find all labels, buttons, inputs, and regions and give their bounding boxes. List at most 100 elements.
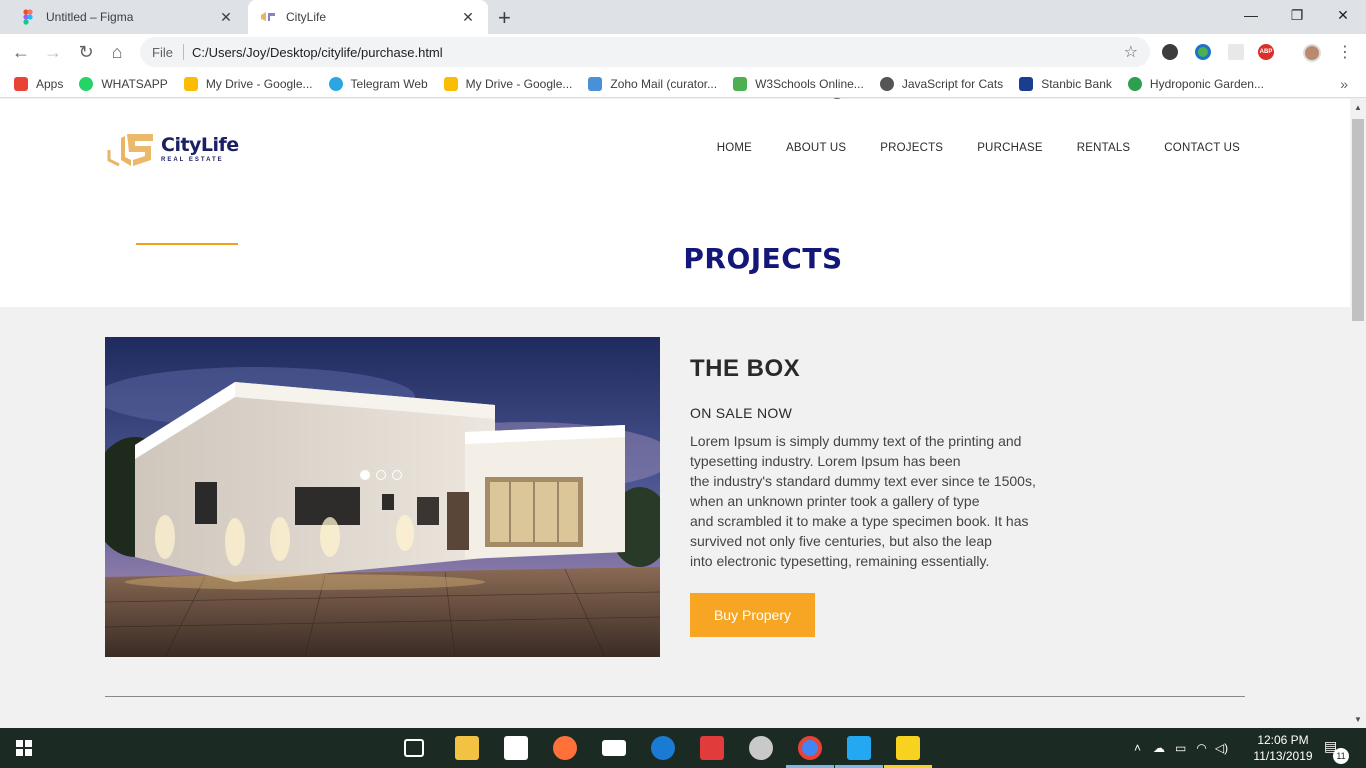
bookmark-label: Hydroponic Garden... bbox=[1149, 76, 1264, 91]
bookmark-label: Telegram Web bbox=[350, 76, 428, 91]
onedrive-icon[interactable]: ☁ bbox=[1153, 741, 1165, 755]
bookmark-item[interactable]: Telegram Web bbox=[328, 76, 428, 91]
file-explorer-icon[interactable] bbox=[455, 736, 479, 760]
bookmark-item[interactable]: My Drive - Google... bbox=[183, 76, 313, 91]
back-arrow-icon[interactable]: ← bbox=[10, 41, 32, 63]
google-drive-icon bbox=[443, 76, 458, 91]
title-band: PROJECTS bbox=[0, 194, 1350, 307]
new-tab-icon[interactable]: + bbox=[498, 5, 511, 31]
description-line: the industry's standard dummy text ever … bbox=[690, 473, 1036, 489]
brand-name: CityLife bbox=[161, 133, 239, 156]
bookmark-label: My Drive - Google... bbox=[465, 76, 573, 91]
bookmark-item[interactable]: WHATSAPP bbox=[79, 76, 168, 91]
url-text[interactable]: C:/Users/Joy/Desktop/citylife/purchase.h… bbox=[192, 45, 443, 60]
bookmark-label: Apps bbox=[36, 76, 64, 91]
edge-icon[interactable] bbox=[651, 736, 675, 760]
carousel-dot[interactable] bbox=[376, 470, 386, 480]
apps-grid-icon bbox=[14, 76, 28, 91]
tab-figma[interactable]: Untitled – Figma ✕ bbox=[8, 0, 246, 34]
nav-about-us[interactable]: ABOUT US bbox=[786, 142, 846, 154]
house-photo bbox=[105, 337, 660, 657]
bookmark-item[interactable]: JavaScript for Cats bbox=[879, 76, 1003, 91]
close-tab-icon[interactable]: ✕ bbox=[460, 9, 476, 26]
windows-taskbar: ˄ ☁ ▭ ◠ ◁) 12:06 PM 11/13/2019 ▤ 11 bbox=[0, 728, 1366, 768]
project-card: THE BOX ON SALE NOW Lorem Ipsum is simpl… bbox=[0, 307, 1350, 728]
store-icon[interactable] bbox=[504, 736, 528, 760]
chevron-up-icon[interactable]: ˄ bbox=[1134, 741, 1141, 755]
url-scheme: File bbox=[152, 44, 173, 60]
zoho-mail-icon bbox=[588, 76, 603, 91]
citylife-logo[interactable]: CityLife REAL ESTATE bbox=[107, 130, 239, 168]
leaf-icon bbox=[1127, 76, 1142, 91]
page-scrollbar[interactable]: ▲ ▼ bbox=[1350, 99, 1366, 728]
scroll-up-icon[interactable]: ▲ bbox=[1354, 103, 1362, 112]
nav-purchase[interactable]: PURCHASE bbox=[977, 142, 1043, 154]
minimize-icon[interactable]: — bbox=[1228, 0, 1274, 30]
description-line: and scrambled it to make a type specimen… bbox=[690, 513, 1029, 529]
menu-kebab-icon[interactable]: ⋮ bbox=[1334, 41, 1356, 63]
paint-icon[interactable] bbox=[749, 736, 773, 760]
close-window-icon[interactable]: ✕ bbox=[1320, 0, 1366, 30]
volume-icon[interactable]: ◁) bbox=[1215, 741, 1228, 755]
tab-title: Untitled – Figma bbox=[46, 10, 134, 24]
vscode-icon[interactable] bbox=[847, 736, 871, 760]
site-header: CityLife REAL ESTATE HOME ABOUT US PROJE… bbox=[0, 99, 1350, 194]
close-tab-icon[interactable]: ✕ bbox=[218, 9, 234, 26]
nav-projects[interactable]: PROJECTS bbox=[880, 142, 943, 154]
buy-property-button[interactable]: Buy Propery bbox=[690, 593, 815, 637]
carousel-dot[interactable] bbox=[360, 470, 370, 480]
globe-extension-icon[interactable] bbox=[1195, 44, 1211, 60]
citylife-favicon-icon bbox=[260, 9, 276, 25]
task-view-icon[interactable] bbox=[404, 739, 424, 757]
bookmark-item[interactable]: Stanbic Bank bbox=[1019, 76, 1112, 91]
nav-home[interactable]: HOME bbox=[717, 142, 752, 154]
scroll-down-icon[interactable]: ▼ bbox=[1354, 715, 1362, 724]
bookmark-item[interactable]: Zoho Mail (curator... bbox=[588, 76, 717, 91]
logo-mark-icon bbox=[107, 134, 153, 167]
bookmark-item[interactable]: W3Schools Online... bbox=[733, 76, 864, 91]
project-photo-carousel[interactable] bbox=[105, 337, 660, 657]
bookmark-item[interactable]: Apps bbox=[14, 76, 64, 91]
mail-icon[interactable] bbox=[602, 740, 626, 756]
whatsapp-icon bbox=[79, 76, 94, 91]
chrome-icon[interactable] bbox=[798, 736, 822, 760]
page-viewport: CityLife REAL ESTATE HOME ABOUT US PROJE… bbox=[0, 99, 1350, 728]
battery-icon[interactable]: ▭ bbox=[1175, 741, 1186, 755]
project-status: ON SALE NOW bbox=[690, 405, 793, 421]
wifi-icon[interactable]: ◠ bbox=[1196, 741, 1206, 755]
nav-rentals[interactable]: RENTALS bbox=[1077, 142, 1131, 154]
browser-tab-bar: Untitled – Figma ✕ CityLife ✕ + — ❐ ✕ bbox=[0, 0, 1366, 34]
extension-icon[interactable] bbox=[1228, 44, 1244, 60]
windows-start-icon[interactable] bbox=[16, 740, 32, 756]
carousel-dot[interactable] bbox=[392, 470, 402, 480]
profile-avatar[interactable] bbox=[1303, 44, 1321, 62]
firefox-icon[interactable] bbox=[553, 736, 577, 760]
app-icon[interactable] bbox=[896, 736, 920, 760]
bookmark-item[interactable]: Hydroponic Garden... bbox=[1127, 76, 1264, 91]
page-title: PROJECTS bbox=[683, 242, 843, 275]
address-bar[interactable]: i File C:/Users/Joy/Desktop/citylife/pur… bbox=[140, 37, 1150, 99]
reload-icon[interactable]: ↻ bbox=[75, 41, 97, 63]
app-icon[interactable] bbox=[700, 736, 724, 760]
browser-toolbar: ← → ↻ ⌂ i File C:/Users/Joy/Desktop/city… bbox=[0, 34, 1366, 99]
bookmark-star-icon[interactable]: ☆ bbox=[1124, 42, 1138, 62]
scroll-thumb[interactable] bbox=[1352, 119, 1364, 321]
forward-arrow-icon[interactable]: → bbox=[42, 41, 64, 63]
tab-citylife[interactable]: CityLife ✕ bbox=[248, 0, 488, 34]
description-line: Lorem Ipsum is simply dummy text of the … bbox=[690, 433, 1022, 449]
bookmark-item[interactable]: My Drive - Google... bbox=[443, 76, 573, 91]
clock[interactable]: 12:06 PM 11/13/2019 bbox=[1248, 732, 1318, 764]
carousel-dots bbox=[360, 470, 408, 480]
clock-time: 12:06 PM bbox=[1257, 733, 1309, 747]
telegram-icon bbox=[328, 76, 343, 91]
restore-icon[interactable]: ❐ bbox=[1274, 0, 1320, 30]
more-bookmarks-icon[interactable]: » bbox=[1340, 76, 1348, 92]
nav-contact-us[interactable]: CONTACT US bbox=[1164, 142, 1240, 154]
home-icon[interactable]: ⌂ bbox=[106, 41, 128, 63]
project-description: Lorem Ipsum is simply dummy text of the … bbox=[690, 431, 1090, 571]
adblock-icon[interactable]: ABP bbox=[1258, 44, 1274, 60]
download-extension-icon[interactable] bbox=[1162, 44, 1178, 60]
bookmarks-bar: Apps WHATSAPP My Drive - Google... Telegram… bbox=[0, 70, 1366, 98]
google-drive-icon bbox=[183, 76, 198, 91]
figma-icon bbox=[20, 9, 36, 25]
